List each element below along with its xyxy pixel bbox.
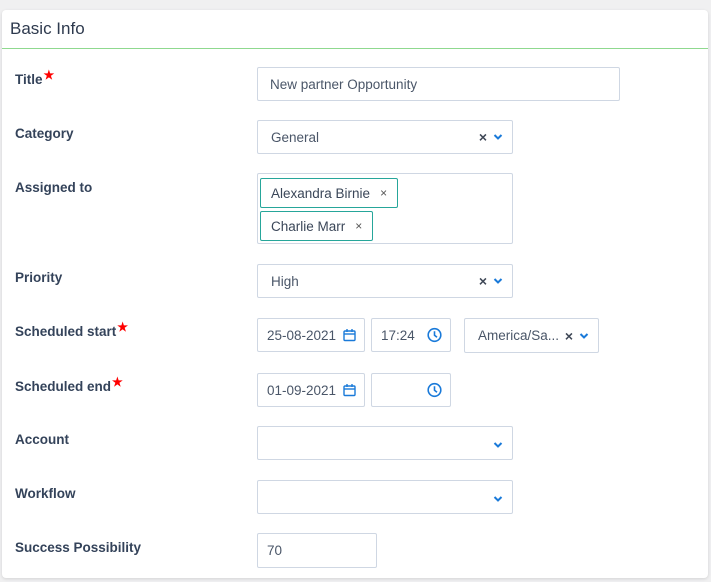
workflow-select[interactable] (257, 480, 513, 514)
title-label: Title★ (15, 68, 54, 87)
remove-tag-icon[interactable]: × (380, 186, 387, 200)
assigned-to-label: Assigned to (15, 180, 93, 195)
priority-select-value: High (271, 273, 299, 289)
basic-info-card: Basic Info Title★ New partner Opportunit… (2, 10, 708, 578)
scheduled-end-time-input[interactable] (371, 373, 451, 407)
assignee-tag: Charlie Marr × (260, 211, 374, 241)
success-possibility-label: Success Possibility (15, 540, 142, 555)
assignee-tag-label: Charlie Marr (271, 218, 346, 234)
account-label: Account (15, 432, 69, 447)
scheduled-start-label-text: Scheduled start (15, 324, 117, 339)
success-possibility-value: 70 (267, 543, 283, 558)
priority-select[interactable]: High × (257, 264, 513, 298)
scheduled-start-timezone-select[interactable]: America/Sa... × (464, 318, 599, 353)
required-star-icon: ★ (117, 320, 129, 334)
assigned-to-multiselect[interactable]: Alexandra Birnie × Charlie Marr × (257, 173, 513, 244)
title-input-value: New partner Opportunity (270, 76, 418, 92)
clock-icon[interactable] (427, 382, 442, 398)
calendar-icon[interactable] (343, 384, 356, 397)
clear-icon[interactable]: × (479, 129, 487, 145)
chevron-down-icon[interactable] (493, 132, 503, 142)
priority-label: Priority (15, 270, 63, 285)
required-star-icon: ★ (112, 375, 123, 389)
title-input[interactable]: New partner Opportunity (257, 67, 620, 101)
scheduled-end-label: Scheduled end★ (15, 375, 123, 394)
timezone-select-value: America/Sa... (478, 328, 560, 343)
chevron-down-icon[interactable] (493, 276, 503, 286)
calendar-icon[interactable] (343, 329, 356, 342)
chevron-down-icon[interactable] (493, 440, 503, 450)
category-select-value: General (271, 129, 320, 145)
clear-icon[interactable]: × (565, 328, 573, 344)
scheduled-start-label: Scheduled start★ (15, 320, 128, 339)
scheduled-start-date-input[interactable]: 25-08-2021 (257, 318, 365, 352)
category-select[interactable]: General × (257, 120, 513, 154)
assignee-tag-label: Alexandra Birnie (271, 185, 371, 201)
card-title: Basic Info (10, 19, 85, 38)
clear-icon[interactable]: × (479, 273, 487, 289)
success-possibility-input[interactable]: 70 (257, 533, 377, 568)
card-header: Basic Info (2, 10, 708, 49)
scheduled-end-date-input[interactable]: 01-09-2021 (257, 373, 365, 407)
category-label: Category (15, 126, 74, 141)
chevron-down-icon[interactable] (579, 331, 589, 341)
workflow-label: Workflow (15, 486, 76, 501)
title-label-text: Title (15, 72, 43, 87)
chevron-down-icon[interactable] (493, 494, 503, 504)
account-select[interactable] (257, 426, 513, 460)
required-star-icon: ★ (43, 68, 55, 82)
assignee-tag: Alexandra Birnie × (260, 178, 399, 208)
scheduled-start-time-input[interactable]: 17:24 (371, 318, 451, 352)
remove-tag-icon[interactable]: × (355, 219, 362, 233)
scheduled-end-label-text: Scheduled end (15, 379, 112, 394)
clock-icon[interactable] (427, 327, 442, 343)
